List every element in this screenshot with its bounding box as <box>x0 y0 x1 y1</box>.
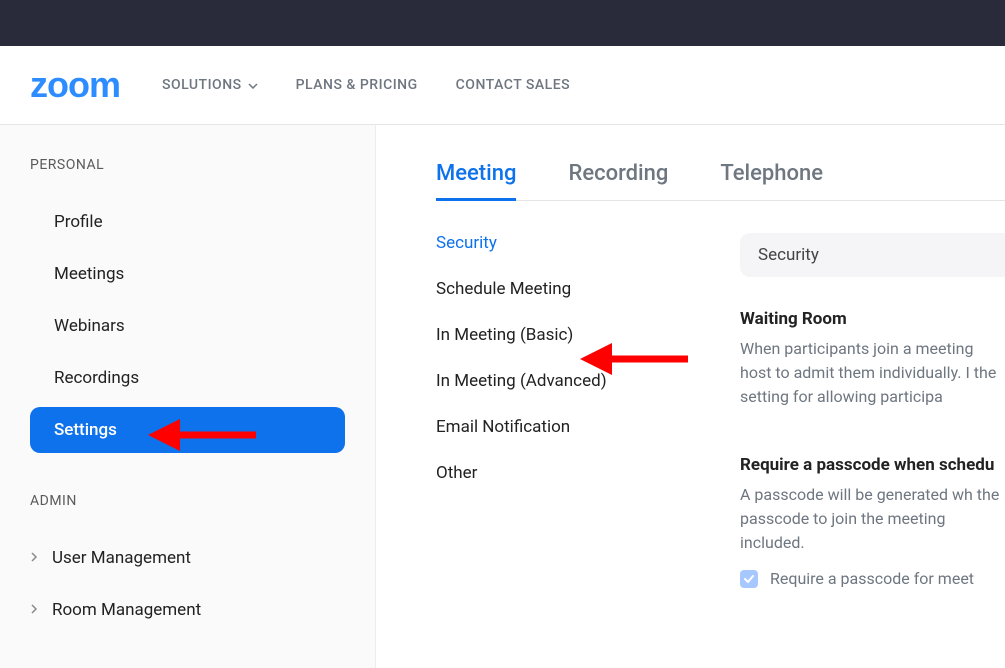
nav-contact-label: CONTACT SALES <box>456 77 570 93</box>
settings-panel: Security Waiting Room When participants … <box>696 233 1005 634</box>
setting-waiting-room: Waiting Room When participants join a me… <box>740 309 1005 409</box>
sidebar-item-label: Profile <box>54 212 103 232</box>
sub-area: Security Schedule Meeting In Meeting (Ba… <box>436 233 1005 634</box>
nav-solutions[interactable]: SOLUTIONS <box>162 77 258 93</box>
chevron-right-icon <box>30 600 38 620</box>
subnav-label: Email Notification <box>436 417 570 437</box>
caret-down-icon <box>248 77 258 93</box>
tab-label: Recording <box>568 161 668 186</box>
nav-solutions-label: SOLUTIONS <box>162 77 242 93</box>
sidebar-admin-items: User Management Room Management <box>30 535 345 633</box>
nav-plans-pricing[interactable]: PLANS & PRICING <box>296 77 418 93</box>
sidebar-section-admin: ADMIN <box>30 493 345 509</box>
sidebar-item-user-management[interactable]: User Management <box>30 535 345 581</box>
subnav-security[interactable]: Security <box>436 233 696 253</box>
passcode-checkbox-row[interactable]: Require a passcode for meet <box>740 569 1005 588</box>
sidebar-section-personal: PERSONAL <box>30 157 345 173</box>
setting-title: Waiting Room <box>740 309 1005 329</box>
tab-meeting[interactable]: Meeting <box>436 161 516 201</box>
setting-require-passcode: Require a passcode when schedu A passcod… <box>740 455 1005 588</box>
sidebar-item-settings[interactable]: Settings <box>30 407 345 453</box>
zoom-logo[interactable]: zoom <box>30 67 120 103</box>
tab-label: Meeting <box>436 161 516 186</box>
subnav-label: Schedule Meeting <box>436 279 571 299</box>
subnav-label: In Meeting (Basic) <box>436 325 573 345</box>
sidebar-item-label: Settings <box>54 420 117 440</box>
subnav-label: In Meeting (Advanced) <box>436 371 607 391</box>
sidebar: PERSONAL Profile Meetings Webinars Recor… <box>0 125 376 668</box>
subnav-other[interactable]: Other <box>436 463 696 483</box>
section-header-security: Security <box>740 233 1005 277</box>
sidebar-item-label: Room Management <box>52 600 201 620</box>
nav-contact-sales[interactable]: CONTACT SALES <box>456 77 570 93</box>
setting-title: Require a passcode when schedu <box>740 455 1005 475</box>
sidebar-item-room-management[interactable]: Room Management <box>30 587 345 633</box>
nav-plans-label: PLANS & PRICING <box>296 77 418 93</box>
chevron-right-icon <box>30 548 38 568</box>
sidebar-item-label: User Management <box>52 548 191 568</box>
subnav-in-meeting-advanced[interactable]: In Meeting (Advanced) <box>436 371 696 391</box>
checkbox-checked-icon[interactable] <box>740 570 758 588</box>
checkbox-label: Require a passcode for meet <box>770 569 974 588</box>
subnav-label: Security <box>436 233 497 253</box>
content: Meeting Recording Telephone Security Sch… <box>376 125 1005 668</box>
subnav-schedule-meeting[interactable]: Schedule Meeting <box>436 279 696 299</box>
subnav-label: Other <box>436 463 477 483</box>
sidebar-item-recordings[interactable]: Recordings <box>30 355 345 401</box>
top-nav: SOLUTIONS PLANS & PRICING CONTACT SALES <box>162 77 570 93</box>
sidebar-item-label: Webinars <box>54 316 125 336</box>
tabs: Meeting Recording Telephone <box>436 161 1005 201</box>
tab-recording[interactable]: Recording <box>568 161 668 201</box>
sidebar-item-meetings[interactable]: Meetings <box>30 251 345 297</box>
subnav-in-meeting-basic[interactable]: In Meeting (Basic) <box>436 325 696 345</box>
sidebar-personal-items: Profile Meetings Webinars Recordings Set… <box>30 199 345 453</box>
sidebar-item-label: Meetings <box>54 264 124 284</box>
sidebar-item-profile[interactable]: Profile <box>30 199 345 245</box>
top-bar <box>0 0 1005 46</box>
tab-label: Telephone <box>720 161 823 186</box>
setting-description: When participants join a meeting host to… <box>740 337 1005 409</box>
subnav-email-notification[interactable]: Email Notification <box>436 417 696 437</box>
setting-description: A passcode will be generated wh the pass… <box>740 483 1005 555</box>
main-area: PERSONAL Profile Meetings Webinars Recor… <box>0 125 1005 668</box>
zoom-logo-text: zoom <box>30 67 120 103</box>
sidebar-item-label: Recordings <box>54 368 139 388</box>
subnav: Security Schedule Meeting In Meeting (Ba… <box>436 233 696 634</box>
tab-telephone[interactable]: Telephone <box>720 161 823 201</box>
header: zoom SOLUTIONS PLANS & PRICING CONTACT S… <box>0 46 1005 125</box>
sidebar-item-webinars[interactable]: Webinars <box>30 303 345 349</box>
